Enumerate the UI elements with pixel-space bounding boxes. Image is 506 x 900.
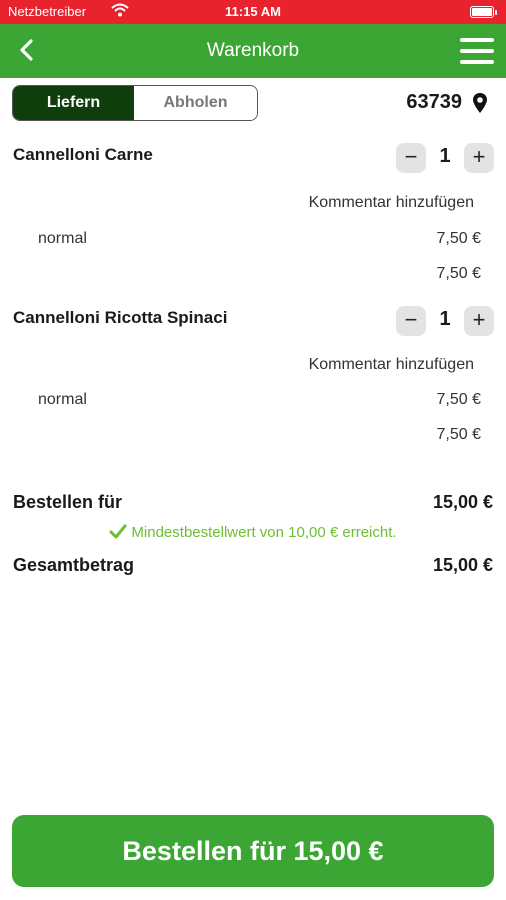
increase-quantity-button[interactable]: +	[464, 306, 494, 336]
hamburger-menu-icon[interactable]	[460, 38, 494, 64]
cart-item-name: Cannelloni Carne	[13, 145, 153, 164]
add-comment-link[interactable]: Kommentar hinzufügen	[309, 356, 474, 374]
total-label: Gesamtbetrag	[13, 555, 135, 575]
decrease-quantity-button[interactable]: −	[396, 143, 426, 173]
item-total: 7,50 €	[436, 265, 481, 282]
battery-icon	[470, 6, 497, 18]
item-total: 7,50 €	[436, 426, 481, 443]
postal-code[interactable]: 63739	[406, 91, 462, 114]
item-option: normal	[38, 391, 87, 408]
order-for-label: Bestellen für	[13, 492, 123, 512]
min-order-text: Mindestbestellwert von 10,00 € erreicht.	[131, 524, 397, 541]
quantity-stepper: − 1 +	[396, 143, 494, 173]
location-pin-icon[interactable]	[472, 92, 488, 114]
option-price: 7,50 €	[436, 391, 481, 408]
quantity-value: 1	[439, 308, 451, 330]
delivery-mode-toggle: Liefern Abholen	[12, 85, 258, 121]
tab-pickup[interactable]: Abholen	[134, 86, 257, 120]
clock: 11:15 AM	[225, 4, 281, 19]
total-value: 15,00 €	[432, 555, 493, 575]
nav-bar: Warenkorb	[0, 24, 506, 78]
order-for-value: 15,00 €	[432, 492, 493, 512]
cart-item-name: Cannelloni Ricotta Spinaci	[13, 308, 228, 327]
tab-deliver[interactable]: Liefern	[13, 86, 134, 120]
quantity-value: 1	[439, 145, 451, 167]
item-option: normal	[38, 230, 87, 247]
min-order-note: Mindestbestellwert von 10,00 € erreicht.	[0, 524, 506, 541]
status-bar: Netzbetreiber 11:15 AM	[0, 0, 506, 24]
quantity-stepper: − 1 +	[396, 306, 494, 336]
decrease-quantity-button[interactable]: −	[396, 306, 426, 336]
option-price: 7,50 €	[436, 230, 481, 247]
page-title: Warenkorb	[206, 40, 300, 61]
increase-quantity-button[interactable]: +	[464, 143, 494, 173]
checkmark-icon	[109, 524, 127, 539]
place-order-button[interactable]: Bestellen für 15,00 €	[12, 815, 494, 887]
add-comment-link[interactable]: Kommentar hinzufügen	[309, 194, 474, 212]
